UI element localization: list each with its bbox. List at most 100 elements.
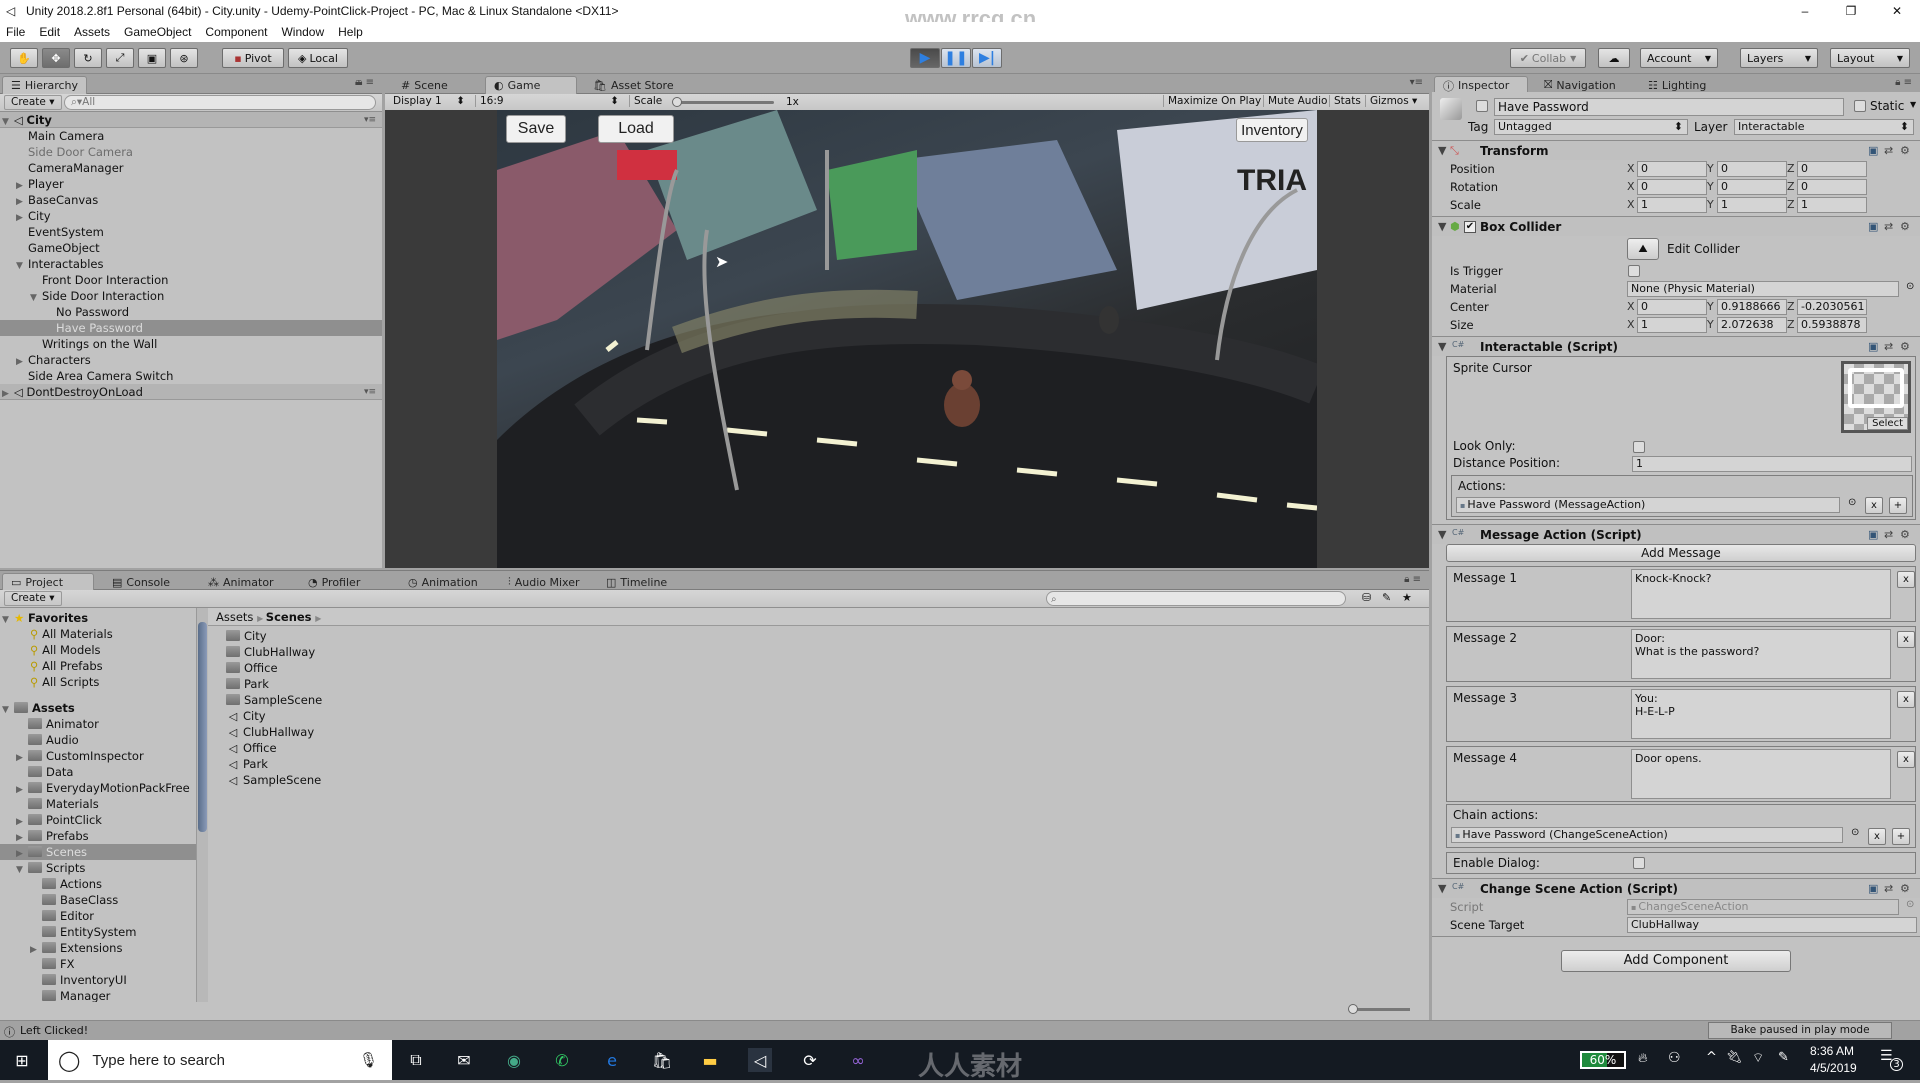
- folder-item[interactable]: Actions: [0, 876, 196, 892]
- folder-item[interactable]: ▶ Extensions: [0, 940, 196, 956]
- remove-action-button[interactable]: x: [1865, 497, 1883, 514]
- sprite-select-button[interactable]: Select: [1867, 417, 1908, 430]
- breadcrumb-assets[interactable]: Assets: [216, 610, 253, 624]
- preset-icon[interactable]: ⇄: [1884, 528, 1893, 541]
- wifi-icon[interactable]: ⌔: [1752, 1050, 1764, 1066]
- folder-item[interactable]: ▶ PointClick: [0, 812, 196, 828]
- change-scene-header[interactable]: ▼ C# Change Scene Action (Script) ▣ ⇄ ⚙: [1432, 878, 1920, 898]
- folder-item[interactable]: FX: [0, 956, 196, 972]
- static-dropdown-icon[interactable]: ▼: [1910, 100, 1916, 109]
- message-text-area[interactable]: Door: What is the password?: [1631, 629, 1891, 679]
- edit-collider-button[interactable]: ⛰: [1627, 238, 1659, 260]
- hierarchy-item[interactable]: ▶ BaseCanvas: [0, 192, 382, 208]
- is-trigger-checkbox[interactable]: [1628, 265, 1640, 277]
- position-y-input[interactable]: 0: [1717, 161, 1787, 177]
- rotation-z-input[interactable]: 0: [1797, 179, 1867, 195]
- maximize-button[interactable]: ❐: [1828, 0, 1874, 22]
- hierarchy-item[interactable]: ▶ Player: [0, 176, 382, 192]
- box-collider-enabled-checkbox[interactable]: ✔: [1464, 221, 1476, 233]
- tag-dropdown[interactable]: Untagged ⬍: [1494, 119, 1688, 135]
- cloud-button[interactable]: ☁: [1598, 48, 1630, 68]
- enable-dialog-checkbox[interactable]: [1633, 857, 1645, 869]
- folder-item[interactable]: ▶ Scenes: [0, 844, 196, 860]
- add-action-button[interactable]: +: [1889, 497, 1907, 514]
- center-z-input[interactable]: -0.2030561: [1797, 299, 1867, 315]
- status-message[interactable]: Left Clicked!: [20, 1024, 88, 1037]
- size-y-input[interactable]: 2.072638: [1717, 317, 1787, 333]
- aspect-dropdown[interactable]: 16:9 ⬍: [475, 95, 623, 107]
- hierarchy-item[interactable]: Have Password: [0, 320, 382, 336]
- add-component-button[interactable]: Add Component: [1561, 950, 1791, 972]
- project-tree-scrollbar[interactable]: [196, 608, 208, 1002]
- assets-root[interactable]: ▼ Assets: [2, 700, 75, 716]
- tab-audio-mixer[interactable]: ⫶ Audio Mixer: [500, 573, 588, 591]
- clock-time[interactable]: 8:36 AM: [1810, 1044, 1854, 1058]
- position-z-input[interactable]: 0: [1797, 161, 1867, 177]
- hierarchy-item[interactable]: ▶ Characters: [0, 352, 382, 368]
- inventory-button[interactable]: Inventory: [1236, 118, 1308, 142]
- hierarchy-item[interactable]: Front Door Interaction: [0, 272, 382, 288]
- gear-icon[interactable]: ⚙: [1900, 882, 1910, 895]
- remove-message-button[interactable]: x: [1897, 631, 1915, 648]
- battery-indicator[interactable]: 60%: [1580, 1051, 1626, 1069]
- lock-icon[interactable]: 🔒︎ ≡: [1404, 574, 1421, 585]
- favorites-header[interactable]: ▼ ★ Favorites: [2, 610, 88, 626]
- action-center-button[interactable]: ☰ 3: [1880, 1048, 1906, 1072]
- add-message-button[interactable]: Add Message: [1446, 544, 1916, 562]
- folder-item[interactable]: Animator: [0, 716, 196, 732]
- object-picker-icon[interactable]: ⊙: [1848, 497, 1856, 508]
- save-button[interactable]: Save: [506, 115, 566, 143]
- chain-action-field[interactable]: ▪ Have Password (ChangeSceneAction): [1451, 827, 1843, 843]
- scene-file-item[interactable]: ◁ SampleScene: [226, 772, 321, 788]
- scene-file-item[interactable]: ◁ ClubHallway: [226, 724, 314, 740]
- rotation-y-input[interactable]: 0: [1717, 179, 1787, 195]
- message-text-area[interactable]: Knock-Knock?: [1631, 569, 1891, 619]
- folder-item[interactable]: BaseClass: [0, 892, 196, 908]
- collapse-triangle-icon[interactable]: ▼: [1438, 144, 1446, 157]
- folder-item[interactable]: EntitySystem: [0, 924, 196, 940]
- preset-icon[interactable]: ⇄: [1884, 144, 1893, 157]
- flame-icon[interactable]: 🔥︎: [1638, 1051, 1648, 1066]
- center-y-input[interactable]: 0.9188666: [1717, 299, 1787, 315]
- gear-icon[interactable]: ⚙: [1900, 220, 1910, 233]
- breadcrumb-scenes[interactable]: Scenes: [266, 610, 312, 624]
- scale-tool-button[interactable]: ⤢: [106, 48, 134, 68]
- favorite-star-icon[interactable]: ★: [1402, 591, 1412, 604]
- scene-file-item[interactable]: ◁ Office: [226, 740, 277, 756]
- preset-icon[interactable]: ⇄: [1884, 220, 1893, 233]
- tab-profiler[interactable]: ◔ Profiler: [300, 573, 368, 591]
- project-search-input[interactable]: ⌕: [1046, 591, 1346, 606]
- size-x-input[interactable]: 1: [1637, 317, 1707, 333]
- remove-chain-action-button[interactable]: x: [1868, 828, 1886, 845]
- explorer-app-button[interactable]: ▬: [698, 1048, 722, 1072]
- folder-item[interactable]: Park: [226, 676, 269, 692]
- gear-icon[interactable]: ⚙: [1900, 144, 1910, 157]
- center-x-input[interactable]: 0: [1637, 299, 1707, 315]
- favorite-item[interactable]: ⚲ All Materials: [30, 626, 113, 642]
- help-icon[interactable]: ▣: [1868, 528, 1878, 541]
- task-view-button[interactable]: ⧉: [404, 1048, 428, 1072]
- minimize-button[interactable]: –: [1782, 0, 1828, 22]
- folder-item[interactable]: Materials: [0, 796, 196, 812]
- hierarchy-item[interactable]: CameraManager: [0, 160, 382, 176]
- static-checkbox[interactable]: [1854, 100, 1866, 112]
- hierarchy-item[interactable]: ▼ ◁ City ▾≡: [0, 112, 382, 128]
- remove-message-button[interactable]: x: [1897, 691, 1915, 708]
- hierarchy-item[interactable]: ▼ Side Door Interaction: [0, 288, 382, 304]
- message-text-area[interactable]: Door opens.: [1631, 749, 1891, 799]
- hierarchy-item[interactable]: ▼ Interactables: [0, 256, 382, 272]
- step-button[interactable]: ▶|: [972, 48, 1002, 68]
- sprite-cursor-preview[interactable]: Select: [1841, 361, 1911, 433]
- hierarchy-create-button[interactable]: Create ▾: [4, 95, 62, 110]
- windows-start-button[interactable]: ⊞: [10, 1048, 34, 1072]
- folder-item[interactable]: Office: [226, 660, 278, 676]
- favorite-item[interactable]: ⚲ All Prefabs: [30, 658, 103, 674]
- scrollbar-thumb[interactable]: [198, 622, 207, 832]
- tab-asset-store[interactable]: 🛍︎ Asset Store: [585, 76, 682, 94]
- folder-item[interactable]: ▶ CustomInspector: [0, 748, 196, 764]
- scale-slider[interactable]: Scale 1x: [629, 95, 829, 108]
- folder-item[interactable]: ▼ Scripts: [0, 860, 196, 876]
- chrome-app-button[interactable]: ◉: [502, 1048, 526, 1072]
- tab-hierarchy[interactable]: ☰ Hierarchy: [2, 76, 88, 94]
- collapse-triangle-icon[interactable]: ▼: [1438, 220, 1446, 233]
